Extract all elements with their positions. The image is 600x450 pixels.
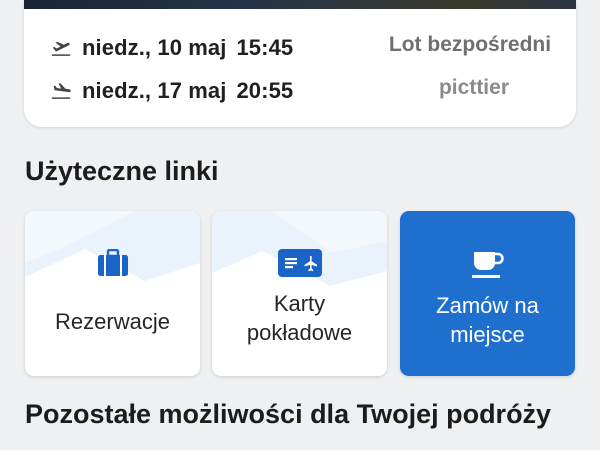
- order-to-seat-label-line2: miejsce: [450, 322, 525, 347]
- operator-label: picttier: [438, 76, 509, 99]
- more-options-title: Pozostałe możliwości dla Twojej podróży: [25, 399, 552, 429]
- flight-type-label: Lot bezpośredni: [388, 33, 552, 56]
- order-to-seat-label: Zamów na miejsce: [400, 291, 575, 349]
- boarding-passes-label-line1: Karty: [273, 291, 326, 316]
- order-to-seat-label-line1: Zamów na: [436, 293, 539, 318]
- reservations-link-card[interactable]: Rezerwacje: [25, 211, 200, 376]
- takeoff-icon: [51, 41, 71, 56]
- outbound-time: 15:45: [236, 35, 294, 60]
- landing-icon: [51, 83, 71, 99]
- useful-links-title: Użyteczne linki: [25, 156, 219, 186]
- boarding-passes-label-line2: pokładowe: [246, 320, 353, 345]
- boarding-pass-icon: [277, 249, 322, 277]
- inbound-time: 20:55: [236, 78, 294, 103]
- boarding-passes-link-card[interactable]: Karty pokładowe: [212, 211, 387, 376]
- coffee-cup-icon: [471, 252, 504, 278]
- destination-image: [24, 0, 576, 9]
- outbound-flight-row: niedz., 10 maj 15:45: [50, 33, 293, 63]
- briefcase-icon: [97, 249, 128, 276]
- inbound-date: niedz., 17 maj: [82, 78, 227, 103]
- reservations-label: Rezerwacje: [55, 309, 170, 334]
- card-background-decoration: [25, 211, 200, 281]
- outbound-date: niedz., 10 maj: [82, 35, 227, 60]
- flight-summary-card[interactable]: niedz., 10 maj 15:45 niedz., 17 maj 20:5…: [24, 0, 576, 127]
- inbound-flight-row: niedz., 17 maj 20:55: [50, 76, 293, 106]
- order-to-seat-link-card[interactable]: Zamów na miejsce: [400, 211, 575, 376]
- boarding-passes-label: Karty pokładowe: [212, 289, 387, 347]
